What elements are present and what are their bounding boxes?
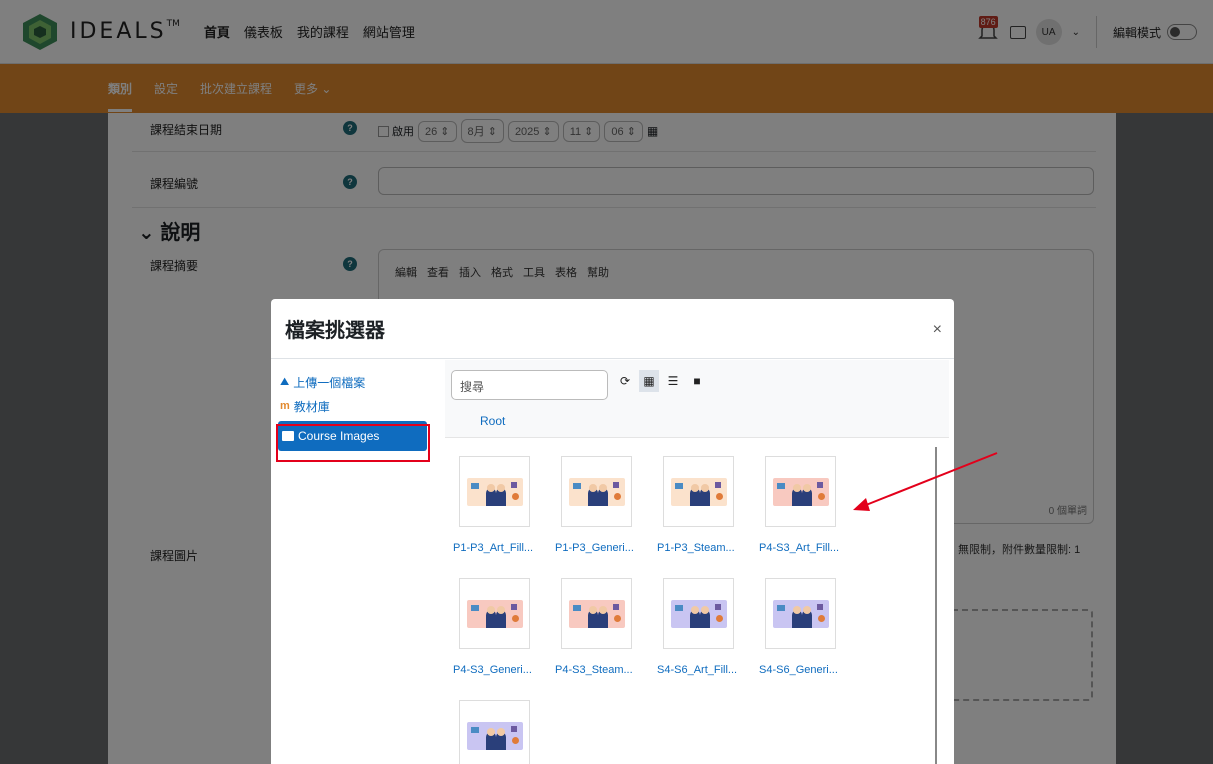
file-name[interactable]: P1-P3_Steam... bbox=[657, 542, 757, 554]
course-image-preview bbox=[466, 599, 523, 628]
file-thumbnail[interactable] bbox=[561, 578, 632, 649]
file-tile[interactable]: S4-S6_Art_Fill... bbox=[657, 578, 753, 676]
search-input[interactable]: 搜尋 bbox=[451, 370, 608, 400]
course-image-preview bbox=[466, 721, 523, 750]
course-image-preview bbox=[772, 477, 829, 506]
close-icon[interactable]: × bbox=[933, 321, 942, 339]
file-tile[interactable]: P1-P3_Art_Fill... bbox=[453, 456, 549, 554]
file-name[interactable]: P1-P3_Generi... bbox=[555, 542, 655, 554]
course-image-preview bbox=[466, 477, 523, 506]
course-image-preview bbox=[568, 599, 625, 628]
list-view-icon[interactable]: ☰ bbox=[663, 370, 683, 392]
file-thumbnail[interactable] bbox=[459, 700, 530, 764]
file-tile[interactable]: P4-S3_Steam... bbox=[555, 578, 651, 676]
file-name[interactable]: S4-S6_Generi... bbox=[759, 664, 859, 676]
course-image-preview bbox=[568, 477, 625, 506]
file-tile[interactable]: P1-P3_Steam... bbox=[657, 456, 753, 554]
folder-view-icon[interactable]: ■ bbox=[687, 370, 707, 392]
file-name[interactable]: P4-S3_Steam... bbox=[555, 664, 655, 676]
file-thumbnail[interactable] bbox=[459, 456, 530, 527]
grid-view-icon[interactable]: ▦ bbox=[639, 370, 659, 392]
file-picker-dialog: 檔案挑選器 × ⛰ 上傳一個檔案 m 教材庫 Course Images 搜尋 … bbox=[271, 299, 954, 764]
refresh-icon[interactable]: ⟳ bbox=[615, 370, 635, 392]
course-image-preview bbox=[670, 599, 727, 628]
highlight-annotation bbox=[276, 424, 430, 462]
repository-list: ⛰ 上傳一個檔案 m 教材庫 Course Images bbox=[271, 360, 434, 764]
repo-upload-file[interactable]: ⛰ 上傳一個檔案 bbox=[271, 370, 434, 394]
dialog-title: 檔案挑選器 bbox=[285, 320, 385, 342]
file-tile[interactable]: P4-S3_Art_Fill... bbox=[759, 456, 855, 554]
breadcrumb-root[interactable]: Root bbox=[480, 414, 505, 428]
upload-icon: ⛰ bbox=[280, 375, 290, 388]
file-name[interactable]: P1-P3_Art_Fill... bbox=[453, 542, 553, 554]
file-name[interactable]: P4-S3_Generi... bbox=[453, 664, 553, 676]
file-thumbnail[interactable] bbox=[663, 456, 734, 527]
file-name[interactable]: S4-S6_Art_Fill... bbox=[657, 664, 757, 676]
dialog-header: 檔案挑選器 × bbox=[271, 299, 954, 359]
file-thumbnail[interactable] bbox=[765, 456, 836, 527]
file-tile[interactable]: P4-S3_Generi... bbox=[453, 578, 549, 676]
moodle-icon: m bbox=[280, 400, 290, 412]
repo-label: 上傳一個檔案 bbox=[293, 375, 366, 390]
file-tile[interactable]: S4-S6_Generi... bbox=[759, 578, 855, 676]
file-thumbnail[interactable] bbox=[561, 456, 632, 527]
file-name[interactable]: P4-S3_Art_Fill... bbox=[759, 542, 859, 554]
scrollbar[interactable] bbox=[935, 447, 937, 764]
repo-label: 教材庫 bbox=[293, 399, 330, 414]
file-toolbar: 搜尋 ⟳ ▦ ☰ ■ Root bbox=[445, 360, 949, 438]
file-tile[interactable]: P1-P3_Generi... bbox=[555, 456, 651, 554]
file-thumbnail[interactable] bbox=[663, 578, 734, 649]
repo-content-bank[interactable]: m 教材庫 bbox=[271, 394, 434, 418]
course-image-preview bbox=[772, 599, 829, 628]
file-thumbnail[interactable] bbox=[765, 578, 836, 649]
view-buttons: ⟳ ▦ ☰ ■ bbox=[615, 370, 707, 392]
file-thumbnail[interactable] bbox=[459, 578, 530, 649]
course-image-preview bbox=[670, 477, 727, 506]
file-tile[interactable] bbox=[459, 700, 549, 764]
file-browser: 搜尋 ⟳ ▦ ☰ ■ Root P1-P3_Art_Fill... P1-P3_G… bbox=[445, 360, 949, 764]
